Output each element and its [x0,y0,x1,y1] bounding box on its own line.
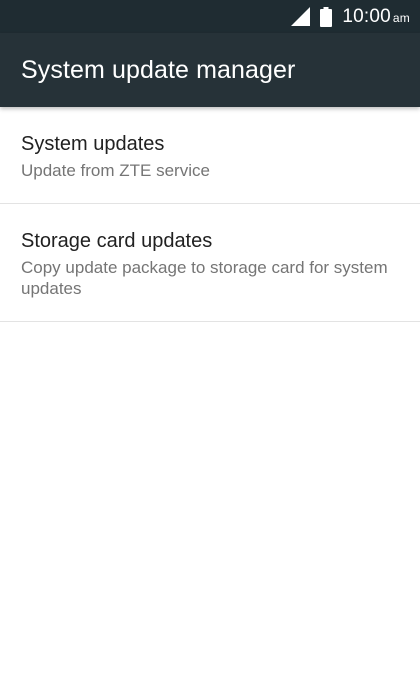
list-item-title: Storage card updates [21,230,213,252]
battery-icon [320,6,333,27]
list-item-storage-card-updates[interactable]: Storage card updates Copy update package… [0,204,420,322]
status-time-value: 10:00 [342,5,391,27]
status-icons: 10:00 am [291,6,410,28]
list-item-subtitle: Copy update package to storage card for … [21,258,388,298]
list-item-subtitle: Update from ZTE service [21,161,210,180]
status-time-ampm: am [392,10,410,25]
status-bar: 10:00 am [0,0,420,33]
status-time: 10:00 am [342,6,410,28]
settings-list: System updates Update from ZTE service S… [0,107,420,322]
list-item-system-updates[interactable]: System updates Update from ZTE service [0,107,420,204]
signal-icon [291,7,311,26]
list-item-title: System updates [21,133,165,155]
app-bar: System update manager [0,33,420,107]
page-title: System update manager [21,55,296,84]
